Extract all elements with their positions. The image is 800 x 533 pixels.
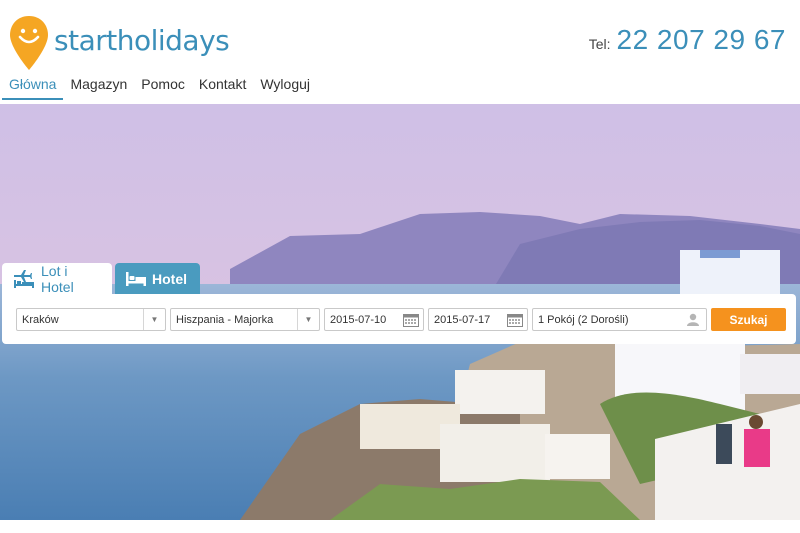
- tab-hotel[interactable]: Hotel: [115, 263, 200, 294]
- nav-item-wyloguj[interactable]: Wyloguj: [253, 74, 317, 100]
- from-value: Kraków: [22, 313, 59, 326]
- destination-value: Hiszpania - Majorka: [176, 313, 274, 326]
- search-tabs: Lot i Hotel Hotel: [2, 262, 203, 295]
- search-form: Kraków ▼ Hiszpania - Majorka ▼ 2015-07-1…: [2, 294, 796, 344]
- date-from-value: 2015-07-10: [330, 313, 387, 326]
- calendar-icon[interactable]: [403, 313, 419, 330]
- nav-item-pomoc[interactable]: Pomoc: [134, 74, 192, 100]
- rooms-select[interactable]: 1 Pokój (2 Dorośli): [532, 308, 707, 331]
- nav-item-glowna[interactable]: Główna: [2, 74, 64, 100]
- date-to-input[interactable]: 2015-07-17: [428, 308, 528, 331]
- calendar-icon[interactable]: [507, 313, 523, 330]
- nav-item-magazyn[interactable]: Magazyn: [63, 74, 134, 100]
- person-icon: [686, 313, 700, 329]
- nav-item-kontakt[interactable]: Kontakt: [192, 74, 253, 100]
- date-to-value: 2015-07-17: [434, 313, 491, 326]
- search-button[interactable]: Szukaj: [711, 308, 786, 331]
- smiley-pin-icon: [8, 14, 50, 72]
- main-nav: Główna Magazyn Pomoc Kontakt Wyloguj: [2, 74, 317, 100]
- destination-select[interactable]: Hiszpania - Majorka ▼: [170, 308, 320, 331]
- chevron-down-icon: ▼: [143, 309, 165, 330]
- phone-contact: Tel: 22 207 29 67: [589, 24, 786, 56]
- phone-label: Tel:: [588, 36, 611, 52]
- site-header: startholidays Tel: 22 207 29 67 Główna M…: [0, 0, 800, 104]
- chevron-down-icon: ▼: [297, 309, 319, 330]
- phone-number: 22 207 29 67: [616, 24, 786, 55]
- page-bottom: [0, 520, 800, 533]
- bed-icon: [125, 271, 147, 287]
- plane-bed-icon: [12, 269, 36, 289]
- rooms-value: 1 Pokój (2 Dorośli): [538, 313, 629, 326]
- date-from-input[interactable]: 2015-07-10: [324, 308, 424, 331]
- tab-label: Lot i Hotel: [41, 262, 74, 295]
- logo[interactable]: startholidays: [8, 14, 230, 72]
- from-select[interactable]: Kraków ▼: [16, 308, 166, 331]
- brand-name: startholidays: [54, 23, 230, 57]
- tab-label: Hotel: [152, 270, 187, 287]
- tab-lot-i-hotel[interactable]: Lot i Hotel: [2, 262, 112, 295]
